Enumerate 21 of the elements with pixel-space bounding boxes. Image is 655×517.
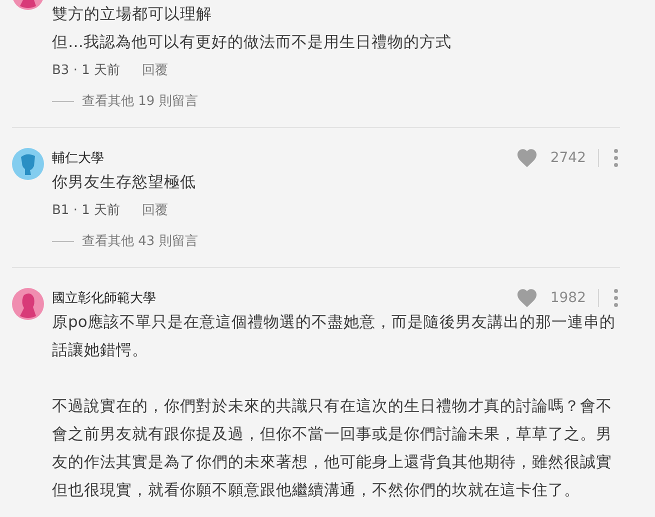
like-count: 1982	[550, 290, 586, 306]
view-replies-link[interactable]: 查看其他 19 則留言	[82, 92, 198, 110]
avatar-icon	[12, 148, 44, 180]
more-options-icon[interactable]	[614, 149, 618, 167]
heart-icon[interactable]	[516, 288, 538, 308]
like-count: 2742	[550, 150, 586, 166]
comment-text: 你男友生存慾望極低	[52, 172, 197, 193]
floor-time: B1 · 1 天前	[52, 202, 120, 219]
comment-text: 但…我認為他可以有更好的做法而不是用生日禮物的方式	[52, 32, 452, 53]
heart-icon[interactable]	[516, 148, 538, 168]
reply-link[interactable]: 回覆	[142, 61, 168, 79]
comment-text: 雙方的立場都可以理解	[52, 4, 213, 25]
comment-text: 不過說實在的，你們對於未來的共識只有在這次的生日禮物才真的討論嗎？會不會之前男友就有跟你提及過，但你不當一回事或是你們討論未果，草草了之。男友的作法其實是為了你們的未來著想，他可能身上還背負其他期待，雖然很誠實但也很現實，就看你願不願意跟他繼續溝通，不然你們的坎就在這卡住了。	[52, 396, 613, 501]
floor-time: B3 · 1 天前	[52, 62, 120, 79]
school-name[interactable]: 國立彰化師範大學	[52, 289, 156, 307]
reply-link[interactable]: 回覆	[142, 201, 168, 219]
view-replies-link[interactable]: 查看其他 43 則留言	[82, 232, 198, 250]
avatar-icon	[12, 288, 44, 320]
school-name[interactable]: 輔仁大學	[52, 149, 104, 167]
more-options-icon[interactable]	[614, 289, 618, 307]
comment-text: 原po應該不單只是在意這個禮物選的不盡她意，而是隨後男友講出的那一連串的話讓她錯愕。	[52, 312, 616, 361]
